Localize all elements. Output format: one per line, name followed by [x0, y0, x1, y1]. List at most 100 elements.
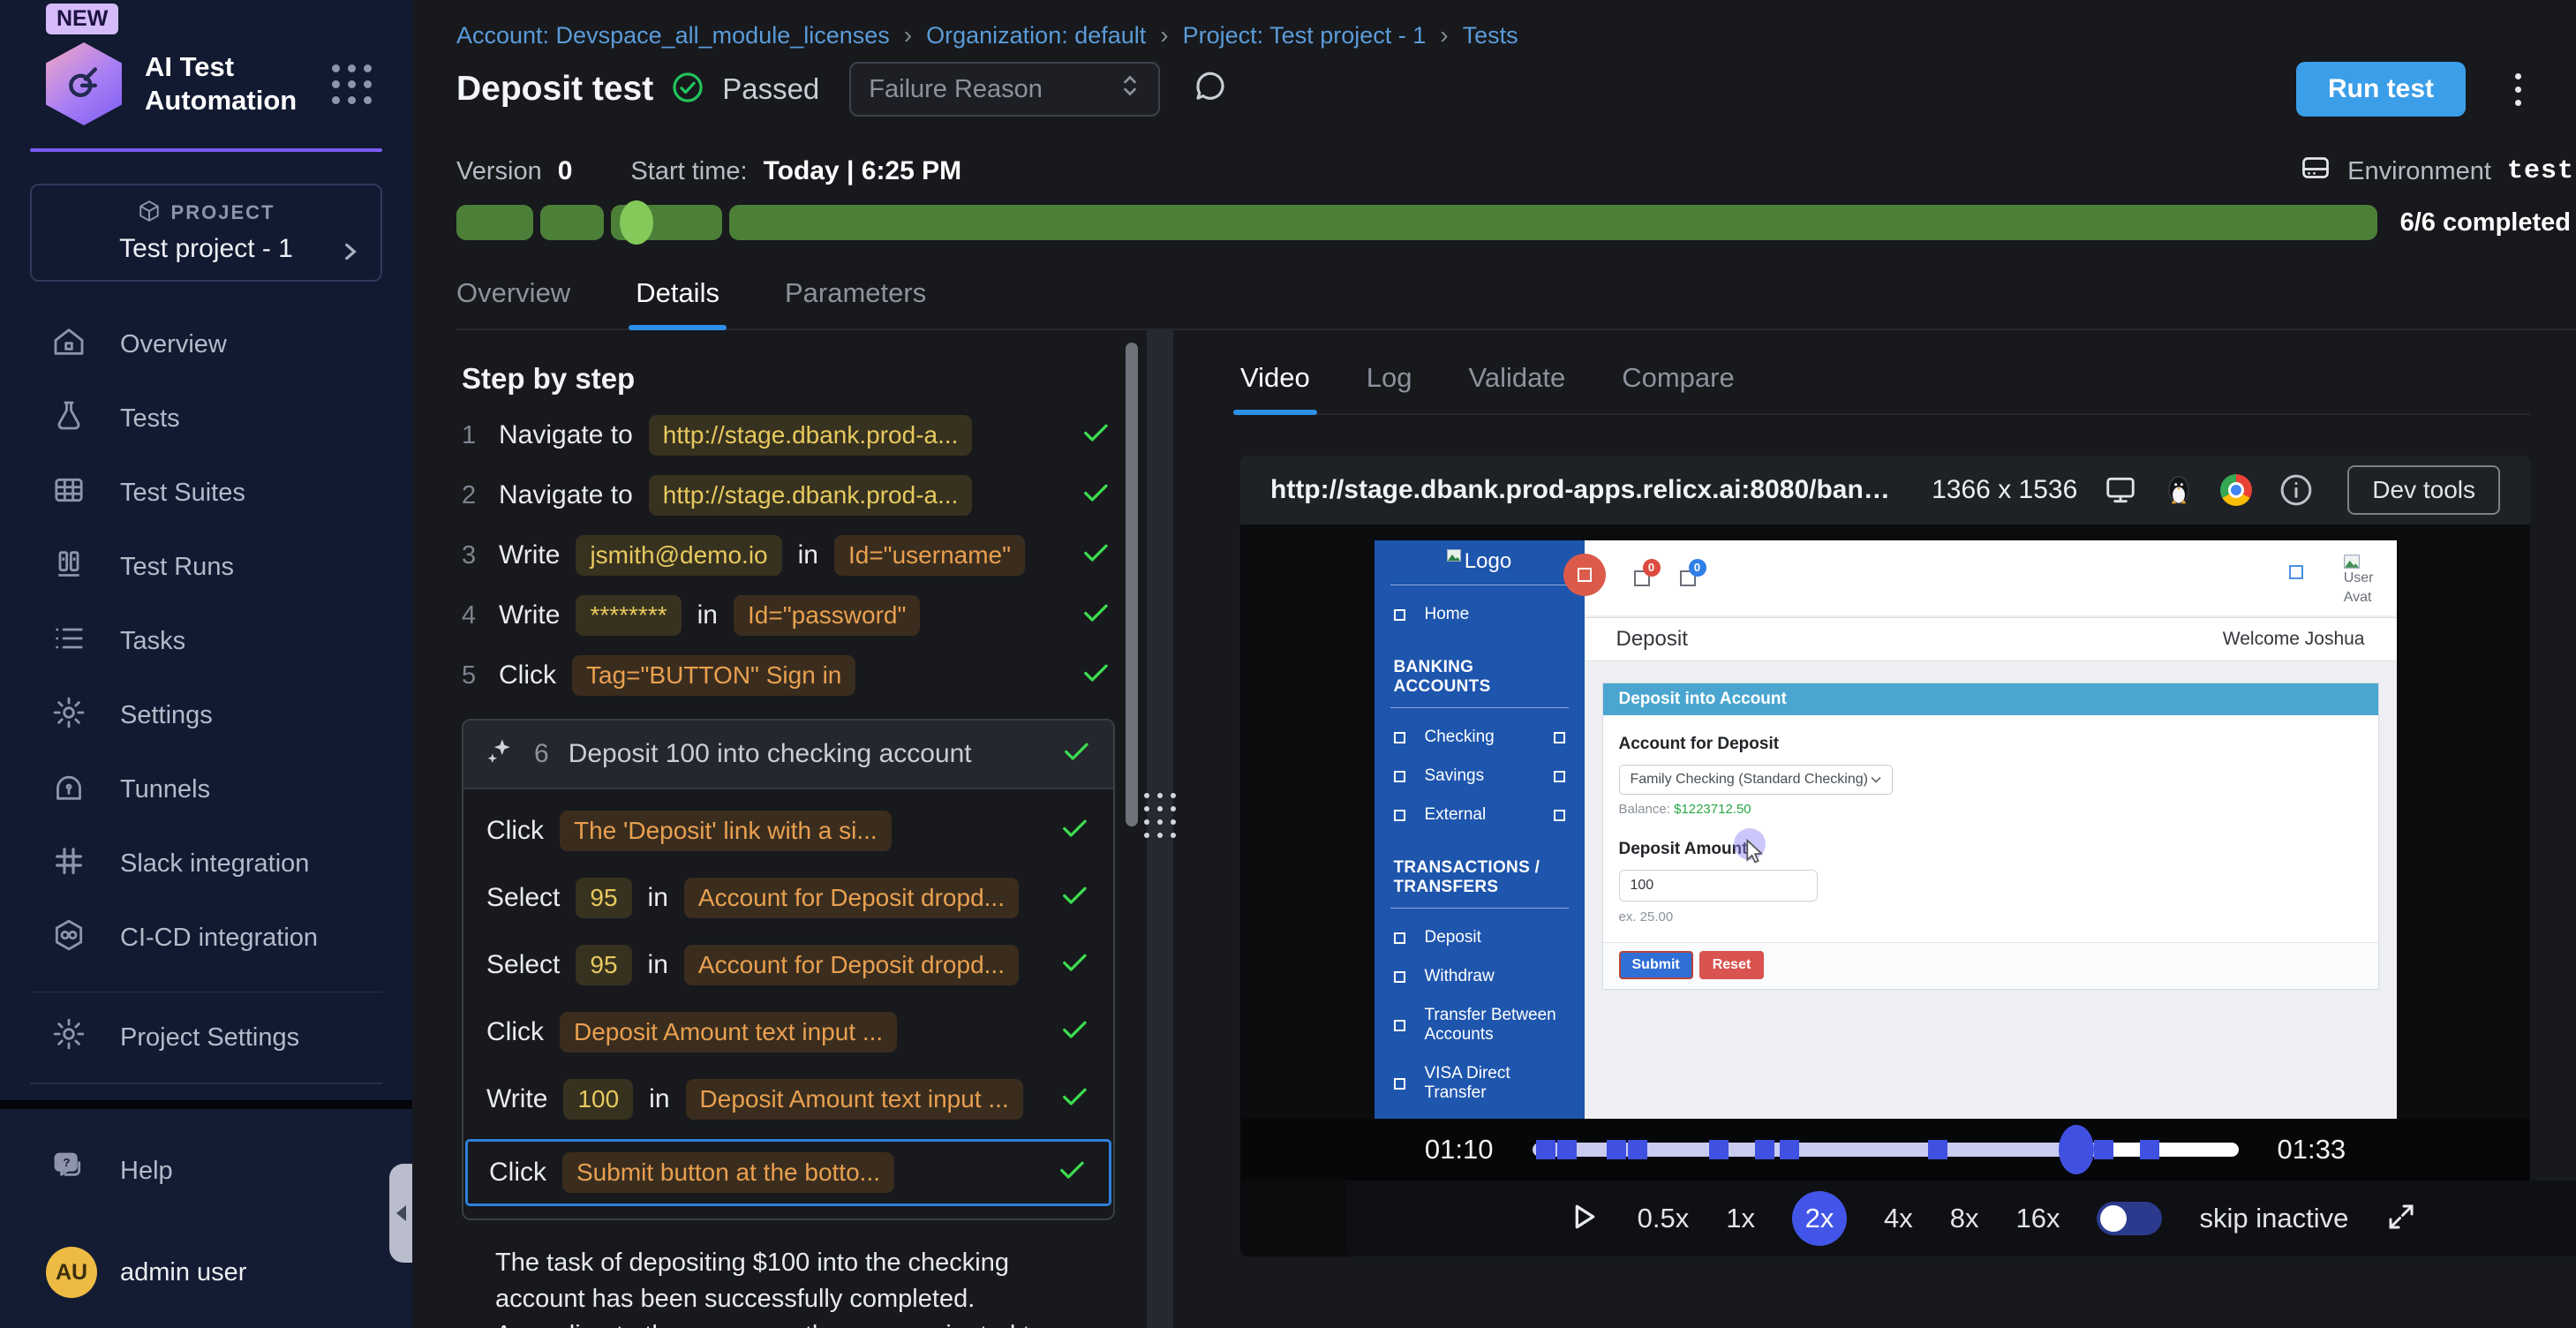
- progress-segment[interactable]: [456, 205, 533, 240]
- sidebar-item-help[interactable]: ? Help: [0, 1134, 412, 1208]
- grid-menu-icon[interactable]: [332, 64, 372, 104]
- substep-row-1[interactable]: Click The 'Deposit' link with a si...: [478, 804, 1099, 858]
- speed-1x-button[interactable]: 1x: [1726, 1203, 1755, 1234]
- speed-0.5x-button[interactable]: 0.5x: [1638, 1203, 1690, 1234]
- substep-row-3[interactable]: Select 95 in Account for Deposit dropd..…: [478, 938, 1099, 992]
- expand-icon[interactable]: [2385, 1201, 2417, 1237]
- balance-value: $1223712.50: [1674, 802, 1751, 817]
- progress-segment[interactable]: [611, 205, 722, 240]
- timeline-marker[interactable]: [1607, 1140, 1626, 1159]
- sidebar-item-test-suites[interactable]: Test Suites: [0, 456, 412, 531]
- scrollbar-thumb[interactable]: [1126, 343, 1138, 826]
- timeline-thumb[interactable]: [2059, 1125, 2094, 1174]
- step-action: Click: [489, 1158, 546, 1188]
- timeline-marker[interactable]: [1709, 1140, 1729, 1159]
- main-tabs: Overview Details Parameters: [456, 277, 2576, 330]
- timeline-marker[interactable]: [1780, 1140, 1799, 1159]
- tab-overview[interactable]: Overview: [456, 277, 570, 328]
- speed-16x-button[interactable]: 16x: [2016, 1203, 2060, 1234]
- step-value-chip: ********: [576, 595, 681, 636]
- bank-content: Deposit into Account Account for Deposit…: [1585, 661, 2397, 1119]
- sidebar-item-tests[interactable]: Tests: [0, 382, 412, 456]
- sidebar-item-cicd-integration[interactable]: CI-CD integration: [0, 902, 412, 976]
- tab-compare[interactable]: Compare: [1622, 362, 1735, 413]
- total-time: 01:33: [2278, 1134, 2346, 1166]
- speed-8x-button[interactable]: 8x: [1950, 1203, 1979, 1234]
- skip-inactive-toggle[interactable]: [2097, 1202, 2162, 1235]
- info-icon[interactable]: [2278, 472, 2314, 508]
- timeline-marker[interactable]: [1536, 1140, 1555, 1159]
- tab-details[interactable]: Details: [636, 277, 719, 328]
- video-stage[interactable]: Logo Home BANKING ACCOUNTS: [1240, 524, 2530, 1119]
- run-test-button[interactable]: Run test: [2296, 62, 2466, 117]
- sidebar-item-tunnels[interactable]: Tunnels: [0, 753, 412, 827]
- sidebar-item-settings[interactable]: Settings: [0, 679, 412, 753]
- dev-tools-button[interactable]: Dev tools: [2347, 465, 2500, 515]
- step-locator-chip: Deposit Amount text input ...: [560, 1012, 897, 1053]
- bank-user-text: Avat: [2344, 588, 2372, 607]
- checkmark-icon: [1058, 811, 1090, 850]
- progress-row: 6/6 completed: [456, 205, 2571, 240]
- tab-log[interactable]: Log: [1367, 362, 1412, 413]
- speed-4x-button[interactable]: 4x: [1884, 1203, 1913, 1234]
- pane-resizer[interactable]: [1147, 330, 1173, 1328]
- tab-parameters[interactable]: Parameters: [785, 277, 926, 328]
- breadcrumb-tests[interactable]: Tests: [1463, 22, 1518, 49]
- step-row-2[interactable]: 2 Navigate to http://stage.dbank.prod-a.…: [462, 475, 1124, 516]
- bullet-square-icon: [1394, 732, 1405, 743]
- user-menu[interactable]: AU admin user: [0, 1247, 412, 1298]
- step-row-3[interactable]: 3 Write jsmith@demo.io in Id="username": [462, 535, 1124, 576]
- timeline-marker[interactable]: [2140, 1140, 2159, 1159]
- play-icon[interactable]: [1565, 1199, 1601, 1239]
- substep-row-2[interactable]: Select 95 in Account for Deposit dropd..…: [478, 871, 1099, 925]
- brand-divider: [30, 148, 382, 152]
- badge-count: 0: [1689, 559, 1706, 577]
- breadcrumb-project[interactable]: Project: Test project - 1: [1183, 22, 1427, 49]
- breadcrumb-organization[interactable]: Organization: default: [926, 22, 1146, 49]
- app-window: NEW AI Test Automation PROJECT: [0, 0, 2576, 1328]
- timeline-marker[interactable]: [1928, 1140, 1947, 1159]
- breadcrumb-account[interactable]: Account: Devspace_all_module_licenses: [456, 22, 890, 49]
- timeline-marker[interactable]: [2094, 1140, 2113, 1159]
- failure-reason-select[interactable]: Failure Reason: [849, 62, 1160, 117]
- tab-validate[interactable]: Validate: [1468, 362, 1565, 413]
- timeline-marker[interactable]: [1755, 1140, 1774, 1159]
- timeline-marker[interactable]: [1628, 1140, 1647, 1159]
- step-row-5[interactable]: 5 Click Tag="BUTTON" Sign in: [462, 655, 1124, 696]
- project-selector[interactable]: PROJECT Test project - 1: [30, 184, 382, 282]
- kebab-menu-icon[interactable]: [2510, 68, 2527, 111]
- speed-2x-button[interactable]: 2x: [1792, 1191, 1847, 1246]
- step-group-header[interactable]: 6 Deposit 100 into checking account: [463, 721, 1113, 789]
- hexagon-test-logo-icon: [46, 42, 122, 125]
- linux-penguin-icon: [2164, 474, 2194, 506]
- sidebar-item-overview[interactable]: Overview: [0, 308, 412, 382]
- tab-video[interactable]: Video: [1240, 362, 1310, 413]
- substep-row-4[interactable]: Click Deposit Amount text input ...: [478, 1005, 1099, 1060]
- sidebar-item-slack-integration[interactable]: Slack integration: [0, 827, 412, 902]
- timeline-track[interactable]: [1533, 1143, 2239, 1157]
- speech-bubble-icon[interactable]: [1192, 69, 1229, 110]
- sidebar-collapse-handle[interactable]: [389, 1164, 412, 1263]
- flask-icon: [51, 398, 87, 441]
- bullet-square-icon: [1394, 1020, 1405, 1031]
- progress-segment[interactable]: [540, 205, 604, 240]
- sidebar-item-tasks[interactable]: Tasks: [0, 605, 412, 679]
- step-group-title: Deposit 100 into checking account: [569, 739, 972, 769]
- bank-nav-home: Home: [1375, 605, 1585, 624]
- bank-nav-label: Home: [1425, 605, 1470, 624]
- sidebar-item-label: Test Suites: [120, 479, 245, 508]
- sidebar-item-project-settings[interactable]: Project Settings: [0, 1008, 412, 1067]
- step-number: 6: [534, 739, 549, 769]
- step-row-4[interactable]: 4 Write ******** in Id="password": [462, 595, 1124, 636]
- sidebar-item-test-runs[interactable]: Test Runs: [0, 531, 412, 605]
- breadcrumb-separator: [1440, 21, 1448, 49]
- checkmark-icon: [1058, 946, 1090, 985]
- brand: AI Test Automation: [46, 42, 377, 125]
- substep-row-6-selected[interactable]: Click Submit button at the botto...: [465, 1139, 1111, 1206]
- checkmark-icon: [1058, 1080, 1090, 1119]
- svg-text:?: ?: [63, 1156, 70, 1169]
- progress-segment[interactable]: [729, 205, 2377, 240]
- substep-row-5[interactable]: Write 100 in Deposit Amount text input .…: [478, 1072, 1099, 1127]
- timeline-marker[interactable]: [1557, 1140, 1577, 1159]
- step-row-1[interactable]: 1 Navigate to http://stage.dbank.prod-a.…: [462, 415, 1124, 456]
